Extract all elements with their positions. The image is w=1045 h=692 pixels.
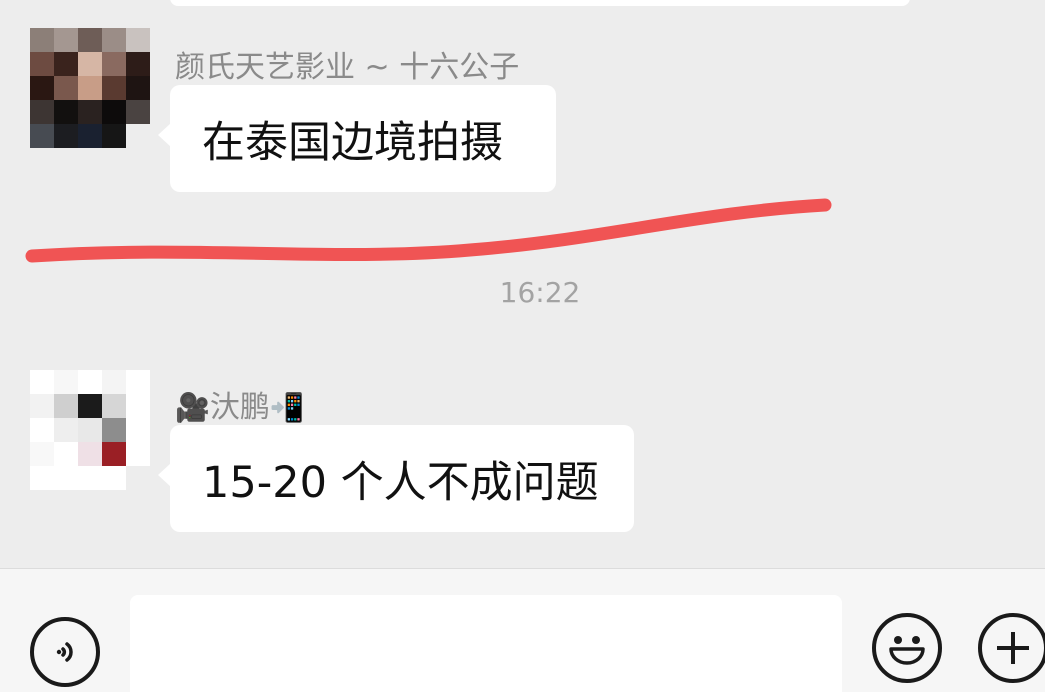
sender-name-text: 汏鹏: [209, 390, 270, 425]
message-timestamp: 16:22: [499, 276, 581, 309]
chat-area: 颜氏天艺影业 ~ 十六公子 在泰国边境拍摄 16:22 🎥汏鹏📲 15-20 个…: [0, 0, 1045, 568]
avatar[interactable]: [30, 370, 150, 490]
message-bubble[interactable]: 15-20 个人不成问题: [158, 425, 634, 532]
avatar[interactable]: [30, 28, 150, 148]
voice-icon: [56, 642, 73, 662]
message-input[interactable]: [130, 595, 842, 692]
mobile-phone-arrow-emoji: 📲: [269, 391, 305, 424]
chat-input-bar: [0, 568, 1045, 692]
avatar-image: [30, 28, 150, 148]
message-bubble[interactable]: 在泰国边境拍摄: [158, 85, 556, 192]
message-text: 15-20 个人不成问题: [202, 457, 599, 508]
plus-icon: [997, 632, 1029, 664]
sender-name: 🎥汏鹏📲: [175, 382, 305, 426]
previous-message-bubble[interactable]: [170, 0, 910, 6]
sender-name: 颜氏天艺影业 ~ 十六公子: [175, 50, 520, 85]
emoji-icon: [889, 636, 925, 665]
more-button[interactable]: [978, 613, 1045, 683]
avatar-image: [30, 370, 150, 490]
emoji-button[interactable]: [872, 613, 942, 683]
voice-button[interactable]: [30, 617, 100, 687]
message-text: 在泰国边境拍摄: [202, 117, 503, 168]
movie-camera-emoji: 🎥: [175, 391, 210, 424]
